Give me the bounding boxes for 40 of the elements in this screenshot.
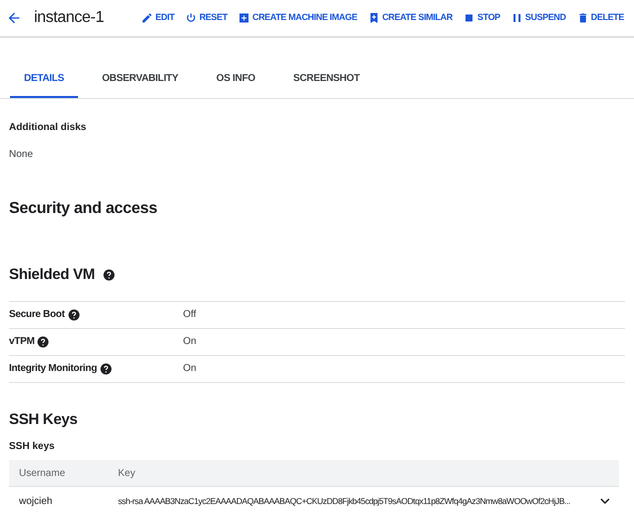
tab[interactable]: OS INFO	[202, 60, 270, 98]
plus-box-icon	[238, 12, 250, 24]
row-label: vTPM	[9, 335, 34, 349]
row-value: Off	[183, 308, 196, 322]
toolbar-button[interactable]: CREATE MACHINE IMAGE	[238, 11, 358, 25]
help-icon[interactable]	[100, 362, 112, 374]
toolbar-button[interactable]: EDIT	[141, 11, 174, 25]
column-header: Username	[18, 466, 66, 480]
toolbar-button[interactable]: CREATE SIMILAR	[368, 11, 452, 25]
help-icon[interactable]	[68, 308, 80, 320]
power-icon	[185, 12, 198, 24]
section-heading: SSH Keys	[9, 410, 78, 430]
row-label: Secure Boot	[9, 308, 65, 322]
section-heading: Security and access	[9, 199, 158, 219]
pencil-icon	[141, 12, 154, 24]
toolbar-button[interactable]: DELETE	[576, 11, 624, 25]
table-cell: ssh-rsa AAAAB3NzaC1yc2EAAAADAQABAAABAQC+CKUzDD8Fjkb45cdpj5T9sAODtqx11p8ZWfq4gAz3Nmw8aWOOwOf2cHjJB...	[118, 494, 570, 508]
bookmark-plus-icon	[368, 12, 380, 24]
page-title: instance-1	[34, 8, 104, 28]
section-heading: Shielded VM	[9, 265, 95, 285]
toolbar-button[interactable]: RESET	[185, 11, 228, 25]
field-value: None	[9, 148, 34, 162]
help-icon[interactable]	[102, 269, 115, 282]
tab[interactable]: SCREENSHOT	[279, 60, 374, 98]
table-title: SSH keys	[9, 440, 56, 454]
stop-icon	[463, 12, 476, 24]
tab[interactable]: DETAILS	[10, 60, 78, 98]
back-arrow-icon[interactable]	[6, 10, 22, 26]
row-label: Integrity Monitoring	[9, 362, 97, 376]
column-header: Key	[118, 466, 136, 480]
table-cell-text: wojcieh	[18, 494, 54, 508]
field-label: Additional disks	[9, 121, 88, 135]
help-icon[interactable]	[37, 336, 50, 348]
tab[interactable]: OBSERVABILITY	[88, 60, 192, 98]
trash-icon	[576, 12, 589, 24]
row-value: On	[183, 335, 196, 349]
toolbar-button[interactable]: STOP	[463, 11, 500, 25]
row-value: On	[183, 362, 196, 376]
toolbar-button[interactable]: SUSPEND	[511, 11, 566, 25]
pause-icon	[511, 12, 524, 24]
